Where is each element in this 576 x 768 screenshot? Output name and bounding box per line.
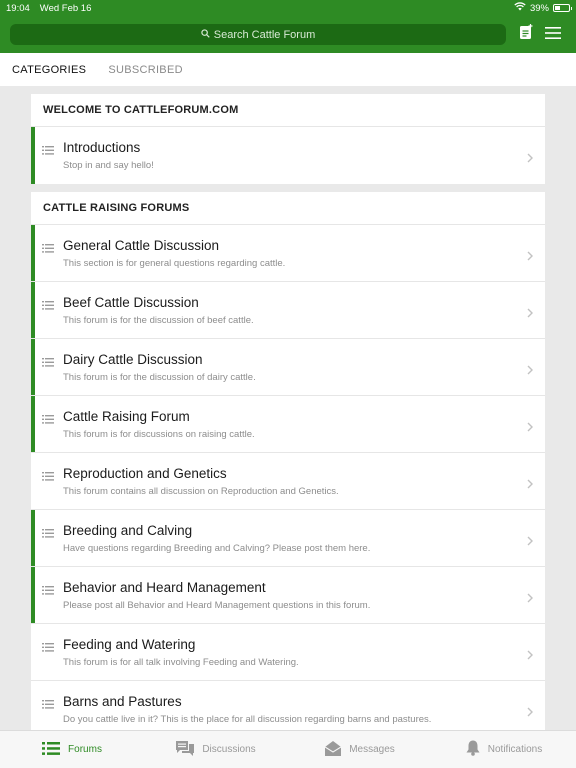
section-header: WELCOME TO CATTLEFORUM.COM: [31, 94, 545, 127]
forum-title: General Cattle Discussion: [63, 238, 220, 253]
chevron-right-icon: [527, 533, 533, 551]
chevron-right-icon: [527, 362, 533, 380]
forum-row-general-cattle[interactable]: General Cattle Discussion This section i…: [31, 225, 545, 282]
chat-bubbles-icon: [176, 740, 195, 759]
list-icon: [42, 525, 54, 543]
chevron-right-icon: [527, 647, 533, 665]
tab-bar: CATEGORIES SUBSCRIBED: [0, 53, 576, 86]
search-placeholder: Search Cattle Forum: [213, 28, 316, 41]
wifi-icon: [514, 2, 526, 14]
forum-title: Feeding and Watering: [63, 637, 196, 652]
list-icon: [42, 297, 54, 315]
forum-title: Behavior and Heard Management: [63, 580, 266, 595]
forum-description: This forum is for all talk involving Fee…: [63, 657, 299, 668]
list-icon: [42, 741, 61, 758]
top-bar: 19:04 Wed Feb 16 39% Search Cattle Forum: [0, 0, 576, 53]
chevron-right-icon: [527, 419, 533, 437]
compose-icon: [519, 24, 533, 45]
chevron-right-icon: [527, 590, 533, 608]
forum-title: Cattle Raising Forum: [63, 409, 190, 424]
status-time: 19:04: [6, 2, 30, 14]
forum-description: This forum contains all discussion on Re…: [63, 486, 339, 497]
forum-title: Barns and Pastures: [63, 694, 182, 709]
battery-icon: [553, 4, 572, 12]
forum-title: Introductions: [63, 140, 141, 155]
status-date: Wed Feb 16: [39, 2, 92, 14]
nav-label: Discussions: [202, 744, 256, 755]
search-input[interactable]: Search Cattle Forum: [10, 24, 506, 45]
chevron-right-icon: [527, 305, 533, 323]
nav-forums[interactable]: Forums: [0, 741, 144, 758]
chevron-right-icon: [527, 476, 533, 494]
nav-messages[interactable]: Messages: [288, 740, 432, 759]
status-bar: 19:04 Wed Feb 16 39%: [0, 0, 576, 16]
envelope-open-icon: [324, 740, 342, 759]
forum-title: Reproduction and Genetics: [63, 466, 227, 481]
forum-row-introductions[interactable]: Introductions Stop in and say hello!: [31, 127, 545, 184]
nav-label: Messages: [349, 744, 395, 755]
forum-row-reproduction-genetics[interactable]: Reproduction and Genetics This forum con…: [31, 453, 545, 510]
list-icon: [42, 696, 54, 714]
list-icon: [42, 639, 54, 657]
forum-row-beef-cattle[interactable]: Beef Cattle Discussion This forum is for…: [31, 282, 545, 339]
forum-row-breeding-calving[interactable]: Breeding and Calving Have questions rega…: [31, 510, 545, 567]
list-icon: [42, 468, 54, 486]
list-icon: [42, 411, 54, 429]
forum-description: This forum is for discussions on raising…: [63, 429, 255, 440]
list-icon: [42, 142, 54, 160]
search-icon: [201, 28, 210, 41]
section-cattle-raising: CATTLE RAISING FORUMS General Cattle Dis…: [31, 192, 545, 738]
chevron-right-icon: [527, 704, 533, 722]
forum-row-cattle-raising[interactable]: Cattle Raising Forum This forum is for d…: [31, 396, 545, 453]
list-icon: [42, 354, 54, 372]
nav-label: Forums: [68, 744, 102, 755]
chevron-right-icon: [527, 248, 533, 266]
menu-button[interactable]: [542, 24, 564, 46]
list-icon: [42, 582, 54, 600]
forum-row-feeding-watering[interactable]: Feeding and Watering This forum is for a…: [31, 624, 545, 681]
nav-notifications[interactable]: Notifications: [432, 740, 576, 759]
forum-row-dairy-cattle[interactable]: Dairy Cattle Discussion This forum is fo…: [31, 339, 545, 396]
battery-percent: 39%: [529, 2, 549, 14]
forum-description: Do you cattle live in it? This is the pl…: [63, 714, 432, 725]
tab-subscribed[interactable]: SUBSCRIBED: [108, 64, 183, 76]
nav-label: Notifications: [487, 744, 543, 755]
tab-categories[interactable]: CATEGORIES: [12, 64, 86, 76]
bell-icon: [466, 740, 480, 759]
forum-description: This forum is for the discussion of beef…: [63, 315, 254, 326]
bottom-tab-bar: Forums Discussions Messages Notification…: [0, 730, 576, 768]
forum-list: WELCOME TO CATTLEFORUM.COM Introductions…: [31, 94, 545, 746]
nav-discussions[interactable]: Discussions: [144, 740, 288, 759]
forum-description: Have questions regarding Breeding and Ca…: [63, 543, 371, 554]
chevron-right-icon: [527, 150, 533, 168]
forum-description: This section is for general questions re…: [63, 258, 286, 269]
forum-description: Stop in and say hello!: [63, 160, 154, 171]
forum-description: Please post all Behavior and Heard Manag…: [63, 600, 371, 611]
section-header: CATTLE RAISING FORUMS: [31, 192, 545, 225]
forum-title: Dairy Cattle Discussion: [63, 352, 203, 367]
forum-title: Beef Cattle Discussion: [63, 295, 199, 310]
forum-row-behavior-management[interactable]: Behavior and Heard Management Please pos…: [31, 567, 545, 624]
forum-description: This forum is for the discussion of dair…: [63, 372, 256, 383]
section-welcome: WELCOME TO CATTLEFORUM.COM Introductions…: [31, 94, 545, 184]
forum-title: Breeding and Calving: [63, 523, 193, 538]
hamburger-icon: [545, 26, 561, 44]
list-icon: [42, 240, 54, 258]
new-post-button[interactable]: [515, 24, 537, 46]
